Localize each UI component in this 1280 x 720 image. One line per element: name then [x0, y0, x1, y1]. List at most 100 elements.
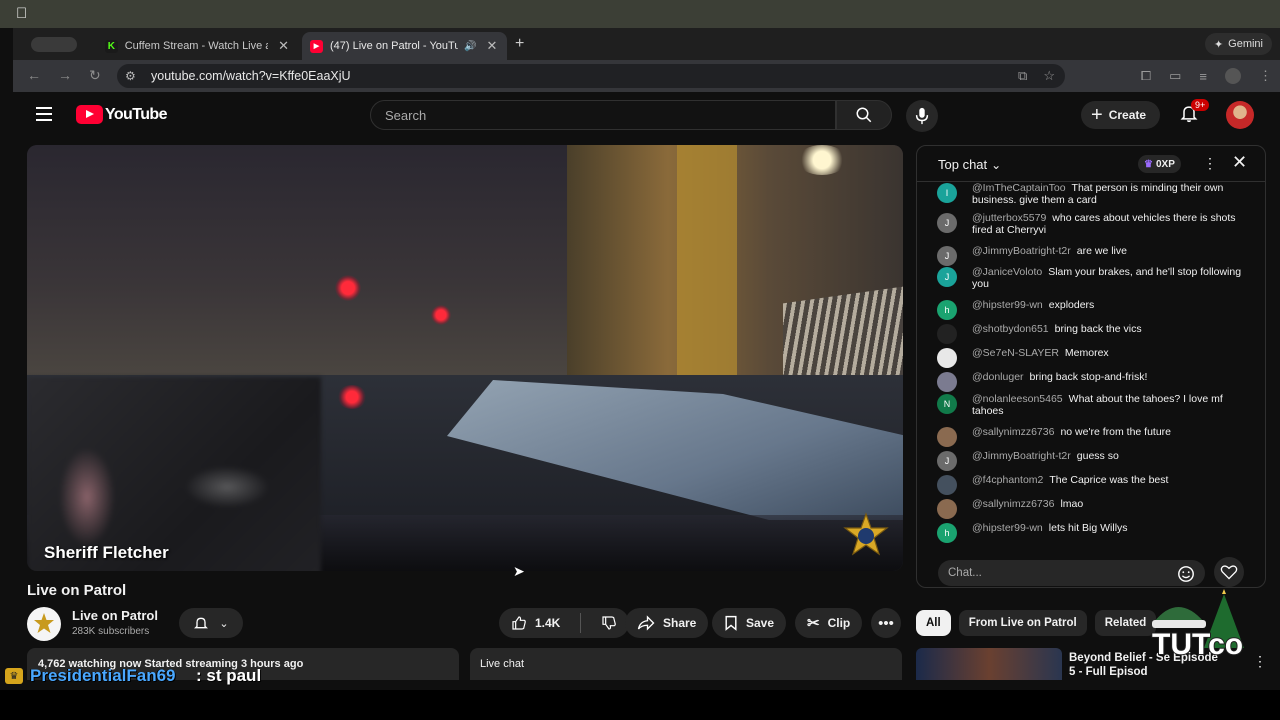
reload-icon[interactable]: ↻ — [89, 67, 101, 84]
install-app-icon[interactable]: ⧉ — [1018, 68, 1027, 84]
chat-author-name[interactable]: @donluger — [972, 371, 1024, 383]
chat-author-avatar[interactable] — [937, 427, 957, 447]
close-tab-icon[interactable]: ✕ — [486, 38, 497, 54]
chat-author-avatar[interactable]: J — [937, 246, 957, 266]
close-chat-icon[interactable]: ✕ — [1232, 152, 1247, 173]
emoji-icon[interactable] — [1177, 565, 1195, 587]
new-tab-icon[interactable]: + — [515, 35, 524, 53]
chat-author-name[interactable]: @sallynimzz6736 — [972, 426, 1054, 438]
dislike-button[interactable] — [589, 608, 629, 638]
account-avatar[interactable] — [1226, 101, 1254, 129]
create-button[interactable]: + Create — [1081, 101, 1161, 129]
chat-author-name[interactable]: @JaniceVoloto — [972, 266, 1042, 278]
like-dislike-group: 1.4K — [499, 608, 630, 638]
subscription-bell-button[interactable]: ⌄ — [179, 608, 243, 638]
hamburger-menu-icon[interactable] — [36, 107, 52, 125]
chat-author-avatar[interactable]: J — [937, 267, 957, 287]
chat-author-name[interactable]: @JimmyBoatright-t2r — [972, 245, 1071, 257]
channel-star-icon — [34, 613, 54, 633]
search-input[interactable]: Search — [370, 100, 836, 130]
chat-author-avatar[interactable] — [937, 499, 957, 519]
reading-list-icon[interactable]: ▭ — [1169, 68, 1181, 84]
microphone-icon — [915, 107, 929, 125]
video-player[interactable]: Sheriff Fletcher — [27, 145, 903, 571]
chat-message-body: @hipster99-wn exploders — [972, 299, 1252, 320]
clip-button[interactable]: ✂ Clip — [795, 608, 863, 638]
chat-author-avatar[interactable]: J — [937, 451, 957, 471]
channel-name[interactable]: Live on Patrol — [72, 608, 158, 623]
chat-message[interactable]: @sallynimzz6736 lmao — [937, 498, 1257, 519]
apple-icon[interactable]:  — [16, 5, 27, 22]
chat-author-name[interactable]: @hipster99-wn — [972, 522, 1043, 534]
youtube-logo[interactable]: YouTube — [76, 105, 167, 124]
chat-author-avatar[interactable] — [937, 372, 957, 392]
tab-live-on-patrol[interactable]: ▶ (47) Live on Patrol - YouTu 🔊 ✕ — [302, 32, 507, 60]
url-text[interactable]: youtube.com/watch?v=Kffe0EaaXjU — [151, 69, 351, 83]
save-button[interactable]: Save — [712, 608, 787, 638]
profile-avatar-icon[interactable] — [1225, 68, 1241, 84]
chat-message[interactable]: I @ImTheCaptainToo That person is minding … — [937, 182, 1257, 206]
chat-author-avatar[interactable]: J — [937, 213, 957, 233]
search-button[interactable] — [836, 100, 892, 130]
chat-message[interactable]: J @jutterbox5579 who cares about vehicles … — [937, 212, 1257, 236]
chat-message[interactable]: J @JimmyBoatright-t2r guess so — [937, 450, 1257, 471]
chat-message[interactable]: J @JimmyBoatright-t2r are we live — [937, 245, 1257, 266]
more-actions-button[interactable]: ••• — [871, 608, 901, 638]
chat-author-avatar[interactable] — [937, 475, 957, 495]
chat-author-avatar[interactable]: I — [937, 183, 957, 203]
chat-author-name[interactable]: @shotbydon651 — [972, 323, 1049, 335]
chip-all[interactable]: All — [916, 610, 951, 636]
gemini-button[interactable]: ✦ Gemini — [1204, 33, 1272, 55]
back-icon[interactable]: ← — [27, 67, 41, 83]
sheriff-star-logo — [839, 512, 893, 563]
chat-author-avatar[interactable]: h — [937, 300, 957, 320]
chat-author-name[interactable]: @sallynimzz6736 — [972, 498, 1054, 510]
chat-author-avatar[interactable]: N — [937, 394, 957, 414]
chat-message-body: @donluger bring back stop-and-frisk! — [972, 371, 1252, 392]
share-button[interactable]: Share — [625, 608, 709, 638]
heart-reaction-button[interactable] — [1214, 557, 1244, 587]
tab-cuffem-stream[interactable]: K Cuffem Stream - Watch Live a ✕ — [97, 32, 297, 60]
tab-group-pill[interactable] — [31, 37, 77, 52]
chat-mode-dropdown[interactable]: Top chat ⌄ — [938, 157, 1001, 172]
chat-message-body: @JaniceVoloto Slam your brakes, and he'll… — [972, 266, 1252, 290]
chat-author-name[interactable]: @nolanleeson5465 — [972, 393, 1063, 405]
like-button[interactable]: 1.4K — [499, 608, 572, 638]
chat-author-name[interactable]: @JimmyBoatright-t2r — [972, 450, 1071, 462]
channel-avatar[interactable] — [27, 607, 61, 641]
bookmark-star-icon[interactable]: ☆ — [1043, 68, 1055, 84]
browser-menu-icon[interactable]: ⋮ — [1259, 68, 1272, 84]
chat-input[interactable]: Chat... — [938, 560, 1205, 586]
chat-author-avatar[interactable] — [937, 324, 957, 344]
forward-icon[interactable]: → — [58, 67, 72, 83]
chat-author-name[interactable]: @jutterbox5579 — [972, 212, 1046, 224]
chat-message[interactable]: h @hipster99-wn lets hit Big Willys — [937, 522, 1257, 543]
chat-author-name[interactable]: @hipster99-wn — [972, 299, 1043, 311]
speaker-icon[interactable]: 🔊 — [464, 41, 476, 52]
chat-message-text: bring back the vics — [1054, 323, 1142, 335]
chat-message[interactable]: N @nolanleeson5465 What about the tahoes? … — [937, 393, 1257, 417]
chat-message[interactable]: @shotbydon651 bring back the vics — [937, 323, 1257, 344]
chat-message[interactable]: @donluger bring back stop-and-frisk! — [937, 371, 1257, 392]
address-bar[interactable]: ⚙ youtube.com/watch?v=Kffe0EaaXjU ⧉ ☆ — [117, 64, 1065, 88]
chat-message[interactable]: @Se7eN-SLAYER Memorex — [937, 347, 1257, 368]
scissors-icon: ✂ — [807, 615, 820, 632]
chip-from-channel[interactable]: From Live on Patrol — [958, 610, 1087, 636]
chat-message[interactable]: @sallynimzz6736 no we're from the future — [937, 426, 1257, 447]
close-tab-icon[interactable]: ✕ — [278, 38, 289, 54]
chat-author-name[interactable]: @ImTheCaptainToo — [972, 182, 1066, 194]
chat-author-name[interactable]: @f4cphantom2 — [972, 474, 1043, 486]
chat-menu-icon[interactable]: ⋮ — [1203, 155, 1217, 172]
save-label: Save — [746, 616, 775, 630]
site-info-icon[interactable]: ⚙ — [125, 69, 145, 83]
media-controls-icon[interactable]: ≡ — [1199, 69, 1207, 84]
extensions-icon[interactable]: ⧠ — [1141, 68, 1151, 84]
chat-message[interactable]: J @JaniceVoloto Slam your brakes, and he'l… — [937, 266, 1257, 290]
chat-author-avatar[interactable] — [937, 348, 957, 368]
chat-message[interactable]: @f4cphantom2 The Caprice was the best — [937, 474, 1257, 495]
chat-author-name[interactable]: @Se7eN-SLAYER — [972, 347, 1059, 359]
chat-message[interactable]: h @hipster99-wn exploders — [937, 299, 1257, 320]
chat-author-avatar[interactable]: h — [937, 523, 957, 543]
voice-search-button[interactable] — [906, 100, 938, 132]
xp-badge[interactable]: ♛ 0XP — [1138, 155, 1181, 173]
